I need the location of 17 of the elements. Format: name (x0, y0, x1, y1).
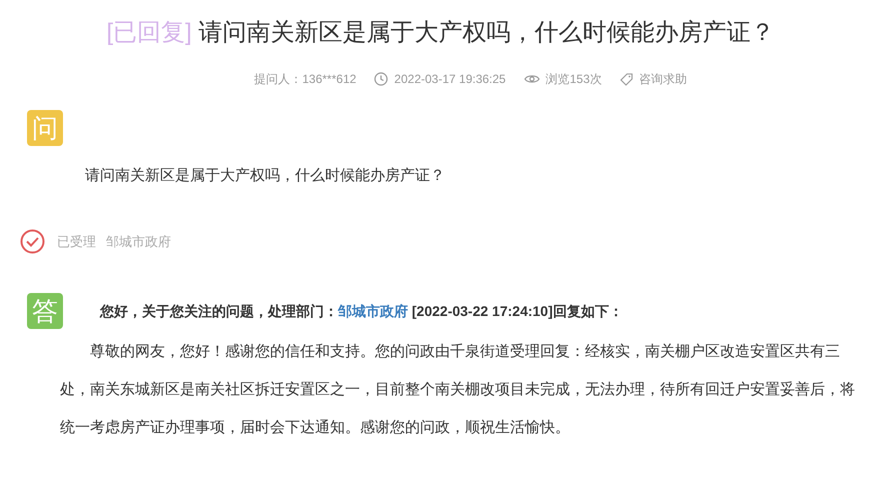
clock-icon (374, 72, 388, 86)
status-label: 已受理 (57, 232, 96, 251)
department-link[interactable]: 邹城市政府 (338, 303, 408, 319)
answer-header: 您好，关于您关注的问题，处理部门：邹城市政府 [2022-03-22 17:24:10]回复如下： (100, 302, 623, 321)
asker-label: 提问人：136***612 (254, 71, 356, 88)
answer-body: 尊敬的网友，您好！感谢您的信任和支持。您的问政由千泉街道受理回复：经核实，南关棚户区改造安置区共有三处，南关东城新区是南关社区拆迁安置区之一，目前整个南关棚改项目未完成，无法办理，待所有回迁户安置妥善后，将统一考虑房产证办理事项，届时会下达通知。感谢您的问政，顺祝生活愉快。 (60, 342, 856, 438)
category-label: 咨询求助 (638, 71, 687, 88)
post-time: 2022-03-17 19:36:25 (394, 71, 506, 88)
page-title: [已回复] 请问南关新区是属于大产权吗，什么时候能办房产证？ (105, 18, 776, 48)
view-count: 浏览153次 (546, 71, 602, 88)
eye-icon (524, 73, 540, 85)
tag-icon (620, 72, 633, 86)
answer-badge: 答 (27, 293, 63, 329)
check-circle-icon (20, 229, 45, 254)
department-label: 邹城市政府 (106, 232, 171, 251)
question-badge: 问 (27, 110, 63, 146)
question-text: 请问南关新区是属于大产权吗，什么时候能办房产证？ (85, 166, 446, 186)
